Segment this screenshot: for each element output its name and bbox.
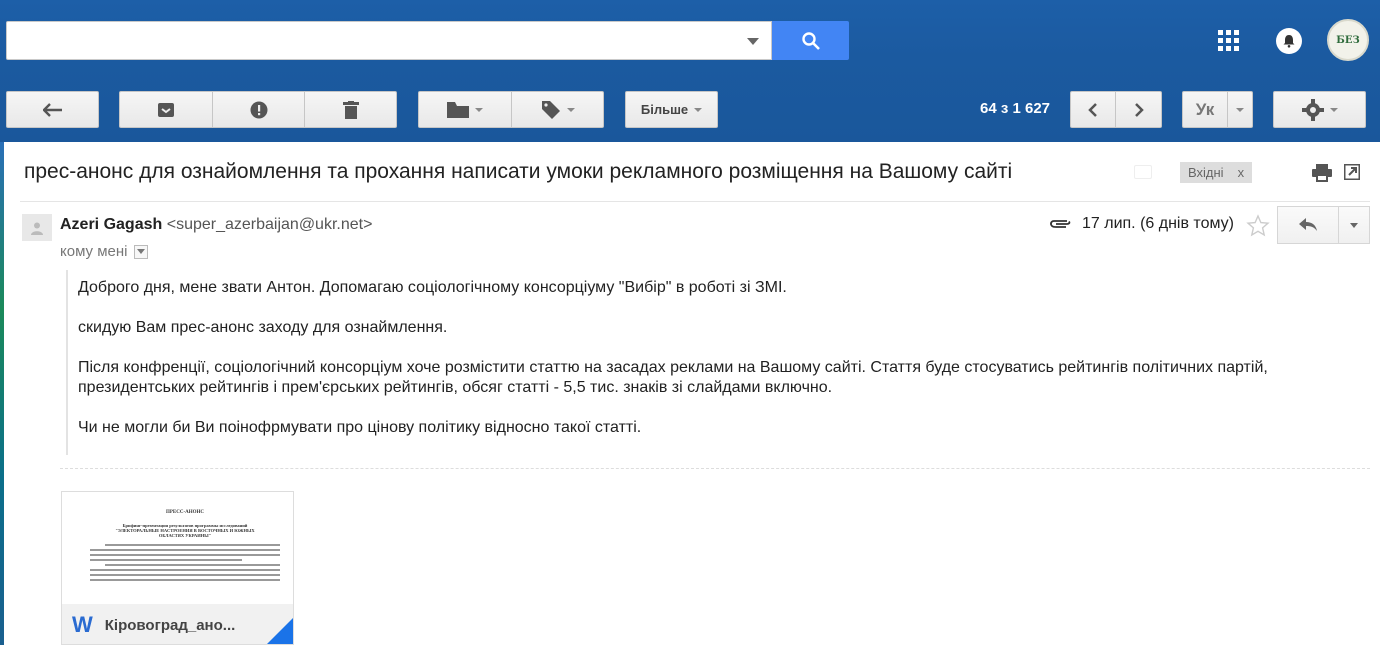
chevron-down-icon	[136, 249, 145, 254]
attachment-preview: ПРЕСС-АНОНС Брифинг-презентация результа…	[90, 510, 280, 584]
divider	[20, 201, 1370, 202]
back-arrow-icon	[42, 102, 62, 117]
attachment-footer: W Кіровоград_ано...	[62, 604, 293, 644]
label-chip-text[interactable]: Вхідні	[1188, 165, 1224, 180]
preview-heading: Брифинг-презентация результатов программ…	[115, 523, 255, 538]
attachments-divider	[60, 468, 1370, 469]
attachment-filename: Кіровоград_ано...	[104, 616, 236, 634]
more-button[interactable]: Більше	[625, 91, 718, 128]
report-spam-button[interactable]	[212, 91, 305, 128]
delete-button[interactable]	[304, 91, 397, 128]
body-paragraph: скидую Вам прес-анонс заходу для ознаймл…	[78, 319, 448, 336]
word-document-icon: W	[72, 612, 93, 637]
attachment-corner-fold	[267, 618, 293, 644]
attachment-card[interactable]: ПРЕСС-АНОНС Брифинг-презентация результа…	[61, 491, 294, 645]
chevron-down-icon	[475, 107, 483, 112]
email-subject: прес-анонс для ознайомлення та прохання …	[24, 160, 1013, 183]
chevron-down-icon	[694, 107, 703, 112]
reply-button[interactable]	[1277, 206, 1339, 244]
chevron-down-icon	[1236, 107, 1244, 112]
print-icon[interactable]	[1312, 164, 1332, 182]
recipients-line: кому мені	[60, 243, 148, 260]
more-button-label: Більше	[640, 102, 689, 117]
body-paragraph: Доброго дня, мене звати Антон. Допомагаю…	[78, 279, 787, 296]
reply-options-button[interactable]	[1338, 206, 1370, 244]
search-options-chevron-icon[interactable]	[747, 38, 759, 45]
search-icon	[801, 31, 820, 50]
apps-grid-icon[interactable]	[1218, 30, 1240, 52]
date-area: 17 лип. (6 днів тому)	[1048, 215, 1234, 233]
trash-icon	[342, 100, 359, 119]
chevron-down-icon	[1329, 107, 1338, 112]
notifications-bell-icon[interactable]	[1276, 28, 1302, 54]
input-language-dropdown[interactable]	[1227, 91, 1253, 128]
body-paragraph: Чи не могли би Ви поінофрмувати про ціно…	[78, 419, 642, 436]
label-chip-inbox: Вхідні x	[1180, 162, 1253, 183]
move-to-button[interactable]	[418, 91, 512, 128]
gear-icon	[1301, 98, 1324, 121]
back-button[interactable]	[6, 91, 99, 128]
reply-icon	[1299, 218, 1317, 231]
sender-info: Azeri Gagash <super_azerbaijan@ukr.net>	[60, 216, 372, 234]
search-input[interactable]	[6, 21, 772, 60]
search-button[interactable]	[772, 21, 849, 60]
show-details-button[interactable]	[133, 244, 148, 259]
attachment-paperclip-icon	[1050, 220, 1071, 228]
label-tag-icon	[541, 100, 560, 119]
preview-title: ПРЕСС-АНОНС	[165, 510, 205, 515]
sender-name[interactable]: Azeri Gagash	[60, 216, 162, 233]
body-paragraph: Після конфренції, соціологічний консорці…	[78, 359, 1268, 396]
report-spam-icon	[250, 101, 267, 118]
chevron-down-icon	[566, 107, 575, 112]
older-button[interactable]	[1115, 91, 1162, 128]
chevron-left-icon	[1088, 102, 1097, 117]
message-body: Доброго дня, мене звати Антон. Допомагаю…	[78, 278, 1328, 458]
archive-icon	[158, 102, 174, 117]
input-language-button[interactable]: Ук	[1182, 91, 1228, 128]
input-language-label: Ук	[1195, 99, 1215, 119]
open-in-new-window-icon[interactable]	[1344, 164, 1360, 180]
settings-button[interactable]	[1273, 91, 1366, 128]
account-avatar[interactable]: БЕЗ	[1327, 19, 1369, 61]
remove-label-button[interactable]: x	[1238, 165, 1245, 180]
sender-email: <super_azerbaijan@ukr.net>	[166, 216, 373, 233]
pagination-count: 64 з 1 627	[980, 100, 1051, 117]
newer-button[interactable]	[1070, 91, 1116, 128]
recipients-text: кому мені	[60, 243, 128, 260]
message-date: 17 лип. (6 днів тому)	[1082, 215, 1234, 232]
labels-button[interactable]	[511, 91, 604, 128]
chevron-down-icon	[1350, 222, 1358, 228]
sender-avatar[interactable]	[22, 214, 52, 241]
archive-button[interactable]	[119, 91, 213, 128]
folder-icon	[447, 101, 469, 118]
star-icon[interactable]	[1246, 214, 1270, 238]
importance-marker-icon[interactable]	[1134, 165, 1152, 179]
background-edge	[0, 142, 4, 645]
quote-bar	[66, 270, 68, 455]
chevron-right-icon	[1134, 102, 1144, 117]
person-icon	[31, 222, 43, 235]
